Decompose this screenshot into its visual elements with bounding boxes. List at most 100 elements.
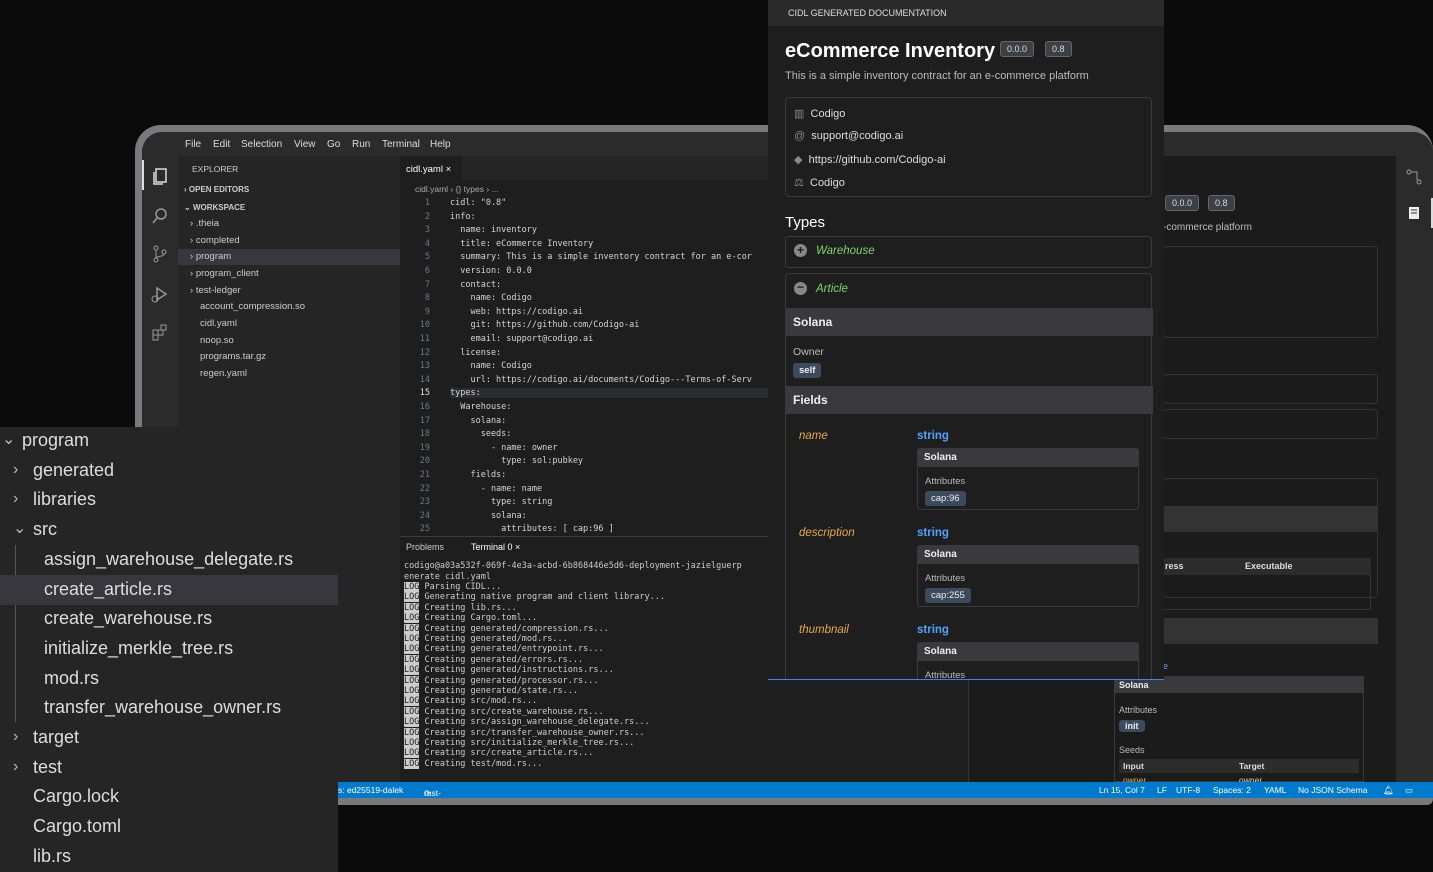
source-control-icon[interactable] xyxy=(150,244,170,264)
chevron-right-icon[interactable]: › xyxy=(13,723,18,751)
code-line[interactable]: name: Codigo xyxy=(450,361,531,371)
status-language[interactable]: YAML xyxy=(1264,785,1287,795)
menu-edit[interactable]: Edit xyxy=(213,139,230,150)
tree-item-label: initialize_merkle_tree.rs xyxy=(44,637,234,658)
menu-file[interactable]: File xyxy=(185,139,201,150)
tree-folder-theia[interactable]: › .theia xyxy=(178,216,400,232)
tree-folder-completed[interactable]: › completed xyxy=(178,233,400,249)
code-line[interactable]: url: https://codigo.ai/documents/Codigo-… xyxy=(450,375,751,385)
tree-file[interactable]: Cargo.toml xyxy=(0,812,338,842)
code-line[interactable]: summary: This is a simple inventory cont… xyxy=(450,252,752,262)
tree-folder-test-ledger[interactable]: › test-ledger xyxy=(178,283,400,299)
extensions-icon[interactable] xyxy=(150,322,170,342)
bell-icon[interactable]: 🔔︎ xyxy=(1383,785,1394,796)
code-line[interactable]: cidl: "0.8" xyxy=(450,198,506,208)
tab-problems[interactable]: Problems xyxy=(406,542,444,552)
code-line[interactable]: license: xyxy=(450,348,501,358)
terminal-log-line: LOG Creating generated/state.rs... xyxy=(404,686,578,696)
tree-folder[interactable]: ⌄ program xyxy=(0,426,338,456)
code-line[interactable]: - name: name xyxy=(450,484,542,494)
tree-folder[interactable]: › test xyxy=(0,753,338,783)
tree-folder-program[interactable]: › program xyxy=(178,249,400,265)
close-icon[interactable]: × xyxy=(515,542,520,552)
status-indent[interactable]: Spaces: 2 xyxy=(1213,785,1251,795)
files-icon[interactable] xyxy=(150,166,170,186)
open-editors-section[interactable]: › OPEN EDITORS xyxy=(178,182,400,198)
book-icon[interactable] xyxy=(1405,204,1423,222)
workspace-section[interactable]: ⌄ WORKSPACE xyxy=(178,200,400,216)
tree-file[interactable]: regen.yaml xyxy=(178,366,400,382)
line-number: 5 xyxy=(424,252,430,263)
minus-circle-icon[interactable]: − xyxy=(794,281,807,295)
chevron-down-icon[interactable]: ⌄ xyxy=(13,515,26,543)
code-line[interactable]: seeds: xyxy=(450,429,512,439)
contact-git[interactable]: ◆ https://github.com/Codigo-ai xyxy=(794,153,946,166)
tree-file[interactable]: lib.rs xyxy=(0,842,338,872)
run-debug-icon[interactable] xyxy=(150,284,170,304)
tree-file[interactable]: noop.so xyxy=(178,333,400,349)
code-line[interactable]: types: xyxy=(450,388,770,399)
code-line[interactable]: name: Codigo xyxy=(450,293,531,303)
menu-go[interactable]: Go xyxy=(327,139,340,150)
code-line[interactable]: info: xyxy=(450,212,476,222)
code-line[interactable]: title: eCommerce Inventory xyxy=(450,239,593,249)
tree-file[interactable]: mod.rs xyxy=(0,664,338,694)
diagram-icon[interactable] xyxy=(1405,168,1423,186)
layout-icon[interactable]: ▭ xyxy=(1405,785,1413,796)
code-line[interactable]: Warehouse: xyxy=(450,402,511,412)
code-line[interactable]: - name: owner xyxy=(450,443,558,453)
tree-item-label: transfer_warehouse_owner.rs xyxy=(44,697,282,718)
code-line[interactable]: fields: xyxy=(450,470,506,480)
code-lines[interactable]: 1 cidl: "0.8" 2 info: 3 name: inventory 4 tit… xyxy=(400,198,770,536)
code-line[interactable]: type: string xyxy=(450,497,552,507)
tree-file[interactable]: create_warehouse.rs xyxy=(0,604,338,634)
code-line[interactable]: git: https://github.com/Codigo-ai xyxy=(450,320,639,330)
code-line[interactable]: attributes: [ cap:96 ] xyxy=(450,524,614,534)
status-item[interactable]: s: ed25519-dalek xyxy=(338,785,403,795)
tree-file[interactable]: initialize_merkle_tree.rs xyxy=(0,634,338,664)
code-line[interactable]: name: inventory xyxy=(450,225,537,235)
search-icon[interactable] xyxy=(150,206,170,226)
log-text: Creating test/mod.rs... xyxy=(424,758,543,769)
tree-folder[interactable]: › generated xyxy=(0,456,338,486)
tree-file[interactable]: assign_warehouse_delegate.rs xyxy=(0,545,338,575)
status-eol[interactable]: LF xyxy=(1157,785,1167,795)
contact-email[interactable]: @ support@codigo.ai xyxy=(794,130,903,142)
tree-file[interactable]: create_article.rs xyxy=(0,574,338,605)
tree-file[interactable]: Cargo.lock xyxy=(0,782,338,812)
chevron-right-icon[interactable]: › xyxy=(13,456,18,484)
menu-help[interactable]: Help xyxy=(430,139,451,150)
close-icon[interactable]: × xyxy=(446,164,452,175)
chevron-right-icon[interactable]: › xyxy=(13,485,18,513)
menu-selection[interactable]: Selection xyxy=(241,139,282,150)
status-cursor-position[interactable]: Ln 15, Col 7 xyxy=(1099,785,1145,795)
menu-run[interactable]: Run xyxy=(352,139,370,150)
menu-view[interactable]: View xyxy=(294,139,316,150)
tree-file[interactable]: programs.tar.gz xyxy=(178,349,400,365)
type-warehouse[interactable]: + Warehouse xyxy=(785,236,1152,268)
code-line[interactable]: type: sol:pubkey xyxy=(450,456,583,466)
tree-file[interactable]: account_compression.so xyxy=(178,299,400,315)
status-json-schema[interactable]: No JSON Schema xyxy=(1298,785,1367,795)
chevron-down-icon[interactable]: ⌄ xyxy=(2,426,15,454)
tree-folder[interactable]: › target xyxy=(0,723,338,753)
tree-folder-program-client[interactable]: › program_client xyxy=(178,266,400,282)
terminal-output[interactable]: codigo@a03a532f-069f-4e3a-acbd-6b868446e… xyxy=(400,561,770,783)
tab-cidl-yaml[interactable]: cidl.yaml × xyxy=(400,156,462,180)
tree-folder[interactable]: › libraries xyxy=(0,485,338,515)
tab-terminal[interactable]: Terminal 0 × xyxy=(471,542,520,552)
status-encoding[interactable]: UTF-8 xyxy=(1176,785,1200,795)
code-line[interactable]: email: support@codigo.ai xyxy=(450,334,593,344)
tree-file[interactable]: transfer_warehouse_owner.rs xyxy=(0,693,338,723)
chevron-right-icon[interactable]: › xyxy=(13,753,18,781)
code-line[interactable]: web: https://codigo.ai xyxy=(450,307,583,317)
tree-folder[interactable]: ⌄ src xyxy=(0,515,338,545)
field-type: string xyxy=(917,527,949,539)
code-line[interactable]: version: 0.0.0 xyxy=(450,266,532,276)
plus-circle-icon[interactable]: + xyxy=(794,244,807,257)
tree-file[interactable]: cidl.yaml xyxy=(178,316,400,332)
code-line[interactable]: solana: xyxy=(450,416,506,426)
code-line[interactable]: contact: xyxy=(450,280,501,290)
code-line[interactable]: solana: xyxy=(450,511,527,521)
menu-terminal[interactable]: Terminal xyxy=(382,139,420,150)
